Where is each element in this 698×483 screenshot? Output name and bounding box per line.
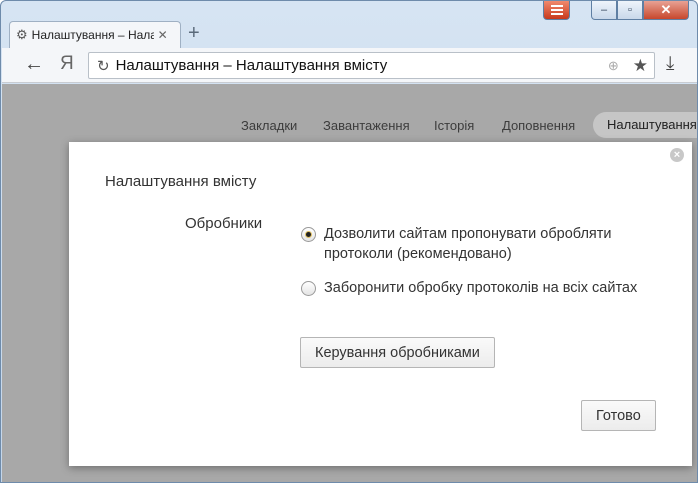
manage-handlers-button[interactable]: Керування обробниками — [300, 337, 495, 368]
radio-label-block[interactable]: Заборонити обробку протоколів на всіх са… — [324, 278, 637, 298]
nav-history[interactable]: Історія — [434, 118, 474, 133]
tab-close-icon[interactable]: ✕ — [158, 28, 168, 42]
radio-label-allow[interactable]: Дозволити сайтам пропонувати обробляти п… — [324, 224, 641, 264]
reload-icon[interactable]: ↻ — [97, 57, 110, 75]
nav-extensions[interactable]: Доповнення — [502, 118, 575, 133]
yandex-logo-icon[interactable]: Я — [60, 53, 74, 75]
address-bar[interactable]: ↻ Налаштування – Налаштування вмісту ⊕ ★ — [88, 52, 655, 79]
toolbar: ← Я ↻ Налаштування – Налаштування вмісту… — [2, 48, 697, 83]
bookmark-star-icon[interactable]: ★ — [633, 56, 648, 76]
new-tab-button[interactable]: + — [188, 22, 200, 45]
dialog-title: Налаштування вмісту — [105, 173, 257, 190]
tab-settings[interactable]: ⚙ Налаштування – Нала ✕ — [9, 21, 181, 48]
close-window-button[interactable]: ✕ — [643, 1, 689, 20]
maximize-button[interactable]: ▫ — [617, 1, 643, 20]
nav-downloads[interactable]: Завантаження — [323, 118, 410, 133]
settings-nav: Закладки Завантаження Історія Доповнення… — [2, 112, 697, 138]
tab-title: Налаштування – Нала — [31, 28, 154, 42]
handlers-label: Обробники — [185, 215, 263, 232]
gear-icon: ⚙ — [16, 27, 28, 42]
menu-icon — [550, 4, 563, 16]
back-arrow-icon[interactable]: ← — [24, 53, 44, 76]
radio-option-block[interactable]: Заборонити обробку протоколів на всіх са… — [301, 278, 641, 298]
page-content: Закладки Завантаження Історія Доповнення… — [2, 84, 697, 482]
content-settings-dialog: × Налаштування вмісту Обробники Дозволит… — [69, 142, 692, 466]
radio-button-allow[interactable] — [301, 227, 316, 242]
radio-option-allow[interactable]: Дозволити сайтам пропонувати обробляти п… — [301, 224, 641, 264]
download-icon[interactable]: ⤓ — [666, 53, 674, 75]
browser-menu-button[interactable] — [543, 1, 570, 20]
nav-bookmarks[interactable]: Закладки — [241, 118, 297, 133]
browser-window: – ▫ ✕ ⚙ Налаштування – Нала ✕ + ← Я ↻ На… — [0, 0, 698, 483]
done-button[interactable]: Готово — [581, 400, 656, 431]
close-dialog-icon[interactable]: × — [670, 148, 684, 162]
nav-settings[interactable]: Налаштування — [593, 112, 697, 138]
globe-icon[interactable]: ⊕ — [608, 58, 619, 74]
radio-button-block[interactable] — [301, 281, 316, 296]
url-text[interactable]: Налаштування – Налаштування вмісту — [116, 57, 608, 74]
minimize-button[interactable]: – — [591, 1, 617, 20]
